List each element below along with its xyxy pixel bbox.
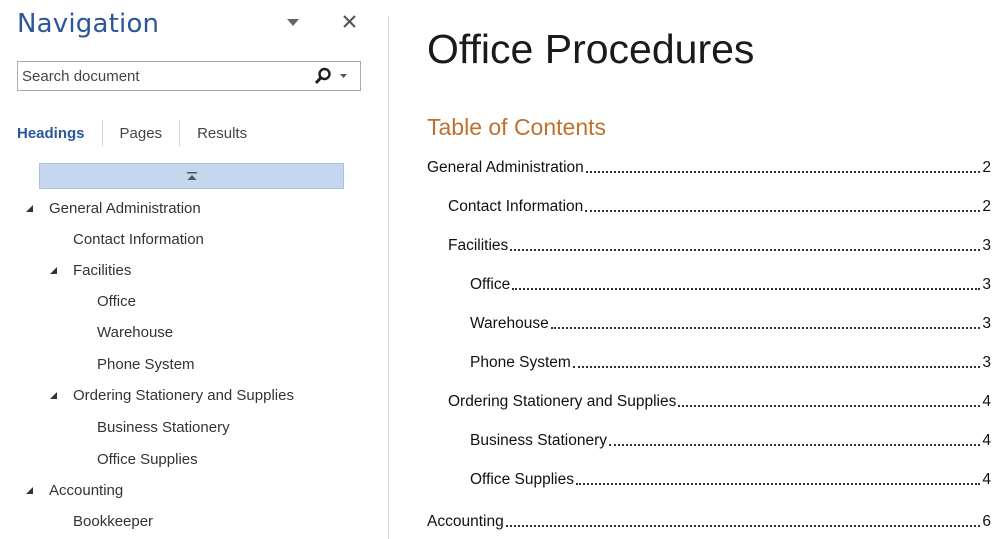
tree-item-label: Warehouse <box>97 323 174 341</box>
toc-entry-text: Contact Information <box>448 198 584 215</box>
tree-item-label: Office Supplies <box>97 450 198 468</box>
toc-page-number: 6 <box>982 513 991 530</box>
tab-divider <box>101 120 103 146</box>
tree-item-contact-information[interactable]: Contact Information <box>73 225 204 253</box>
toc-heading: Table of Contents <box>427 114 607 140</box>
triangle-expanded-icon[interactable] <box>46 391 60 400</box>
toc-entry-text: Business Stationery <box>470 432 607 449</box>
toc-entry-text: Ordering Stationery and Supplies <box>448 393 677 410</box>
toc-page-number: 2 <box>982 198 991 215</box>
toc-leader-dots <box>585 171 981 173</box>
toc-leader-dots <box>505 525 981 527</box>
toc-leader-dots <box>678 405 981 407</box>
magnifier-icon <box>314 67 331 85</box>
tree-item-business-stationery[interactable]: Business Stationery <box>97 413 230 441</box>
tree-item-warehouse[interactable]: Warehouse <box>97 318 173 346</box>
toc-leader-dots <box>609 444 981 446</box>
toc-leader-dots <box>512 288 981 290</box>
toc-entry-text: Office <box>470 276 511 293</box>
tab-divider <box>179 120 181 146</box>
tree-item-label: Bookkeeper <box>73 512 154 530</box>
toc-page-number: 4 <box>982 432 991 449</box>
dropdown-arrow-icon <box>340 74 347 78</box>
triangle-expanded-icon[interactable] <box>46 266 60 275</box>
toc-entry-text: General Administration <box>427 159 584 176</box>
tree-item-label: General Administration <box>49 199 201 217</box>
tree-item-label: Accounting <box>49 481 124 499</box>
toc-page-number: 3 <box>982 354 991 371</box>
collapse-up-icon <box>186 172 197 180</box>
tab-results[interactable]: Results <box>197 125 247 142</box>
toc-leader-dots <box>550 327 981 329</box>
toc-entry-ordering-stationery[interactable]: Ordering Stationery and Supplies 4 <box>448 385 991 411</box>
toc-leader-dots <box>585 210 981 212</box>
search-button[interactable] <box>314 66 350 86</box>
tab-pages[interactable]: Pages <box>120 125 163 142</box>
toc-page-number: 4 <box>982 471 991 488</box>
tree-item-label: Business Stationery <box>97 418 230 436</box>
tree-item-ordering-stationery[interactable]: Ordering Stationery and Supplies <box>46 381 294 409</box>
toc-leader-dots <box>575 483 981 485</box>
toc-entry-text: Warehouse <box>470 315 549 332</box>
search-box <box>17 61 361 91</box>
toc-entry-text: Phone System <box>470 354 571 371</box>
tree-item-general-administration[interactable]: General Administration <box>22 194 201 222</box>
toc-entry-accounting[interactable]: Accounting 6 <box>427 505 991 531</box>
tree-item-office[interactable]: Office <box>97 287 136 315</box>
toc-entry-text: Accounting <box>427 513 504 530</box>
triangle-expanded-icon[interactable] <box>22 486 36 495</box>
tree-item-accounting[interactable]: Accounting <box>22 476 123 504</box>
triangle-down-icon <box>287 19 299 26</box>
toc-entry-facilities[interactable]: Facilities 3 <box>448 229 991 255</box>
toc-entry-text: Office Supplies <box>470 471 574 488</box>
toc-leader-dots <box>510 249 981 251</box>
collapse-all-bar[interactable] <box>39 163 344 189</box>
toc-entry-phone-system[interactable]: Phone System 3 <box>470 346 991 372</box>
tree-item-label: Office <box>97 292 136 310</box>
toc-leader-dots <box>572 366 981 368</box>
toc-page-number: 2 <box>982 159 991 176</box>
pane-options-button[interactable] <box>283 13 303 33</box>
navigation-title: Navigation <box>17 9 160 39</box>
toc-page-number: 3 <box>982 315 991 332</box>
toc-entry-office-supplies[interactable]: Office Supplies 4 <box>470 463 991 489</box>
tree-item-label: Facilities <box>73 261 132 279</box>
tree-item-label: Contact Information <box>73 230 204 248</box>
tree-item-label: Phone System <box>97 355 195 373</box>
tab-headings[interactable]: Headings <box>17 125 85 142</box>
tree-item-phone-system[interactable]: Phone System <box>97 350 195 378</box>
toc-entry-business-stationery[interactable]: Business Stationery 4 <box>470 424 991 450</box>
tree-item-label: Ordering Stationery and Supplies <box>73 386 294 404</box>
toc-page-number: 3 <box>982 237 991 254</box>
document-title: Office Procedures <box>427 26 755 72</box>
toc-page-number: 4 <box>982 393 991 410</box>
toc-entry-office[interactable]: Office 3 <box>470 268 991 294</box>
pane-divider[interactable] <box>388 16 389 539</box>
navigation-pane: Navigation Headings Pages Results <box>0 0 376 539</box>
toc-entry-general-administration[interactable]: General Administration 2 <box>427 151 991 177</box>
toc-entry-contact-information[interactable]: Contact Information 2 <box>448 190 991 216</box>
search-input[interactable] <box>18 62 298 90</box>
toc-page-number: 3 <box>982 276 991 293</box>
toc-entry-warehouse[interactable]: Warehouse 3 <box>470 307 991 333</box>
navigation-tabs: Headings Pages Results <box>17 118 247 148</box>
close-pane-button[interactable] <box>338 10 360 32</box>
toc-entry-text: Facilities <box>448 237 509 254</box>
tree-item-facilities[interactable]: Facilities <box>46 256 131 284</box>
close-icon <box>342 14 356 28</box>
triangle-expanded-icon[interactable] <box>22 204 36 213</box>
tree-item-bookkeeper[interactable]: Bookkeeper <box>73 507 153 535</box>
tree-item-office-supplies[interactable]: Office Supplies <box>97 445 198 473</box>
